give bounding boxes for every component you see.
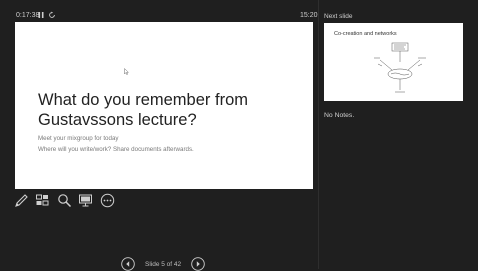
slide-title: What do you remember from Gustavssons le… xyxy=(38,91,248,129)
slide-bullet-2: Where will you write/work? Share documen… xyxy=(38,146,194,153)
next-slide-thumbnail[interactable]: Co-creation and networks xyxy=(324,23,463,101)
clock: 15:20 xyxy=(300,12,318,19)
slide-counter[interactable]: Slide 5 of 42 xyxy=(145,261,181,268)
screen-icon[interactable] xyxy=(78,193,93,208)
pen-icon[interactable] xyxy=(14,193,29,208)
speaker-notes[interactable]: No Notes. xyxy=(324,112,354,119)
restart-icon[interactable] xyxy=(48,11,56,19)
more-options-icon[interactable] xyxy=(100,193,115,208)
mouse-cursor-icon xyxy=(124,68,129,75)
network-sketch-image xyxy=(374,42,426,93)
zoom-icon[interactable] xyxy=(57,193,72,208)
next-slide-label: Next slide xyxy=(324,13,353,20)
pause-icon[interactable] xyxy=(37,11,45,19)
panel-divider[interactable] xyxy=(318,0,319,269)
slide-bullet-1: Meet your mixgroup for today xyxy=(38,135,119,142)
elapsed-timer: 0:17:38 xyxy=(16,12,40,19)
next-slide-title: Co-creation and networks xyxy=(334,31,397,37)
slides-grid-icon[interactable] xyxy=(35,193,50,208)
current-slide[interactable]: What do you remember from Gustavssons le… xyxy=(15,22,313,189)
